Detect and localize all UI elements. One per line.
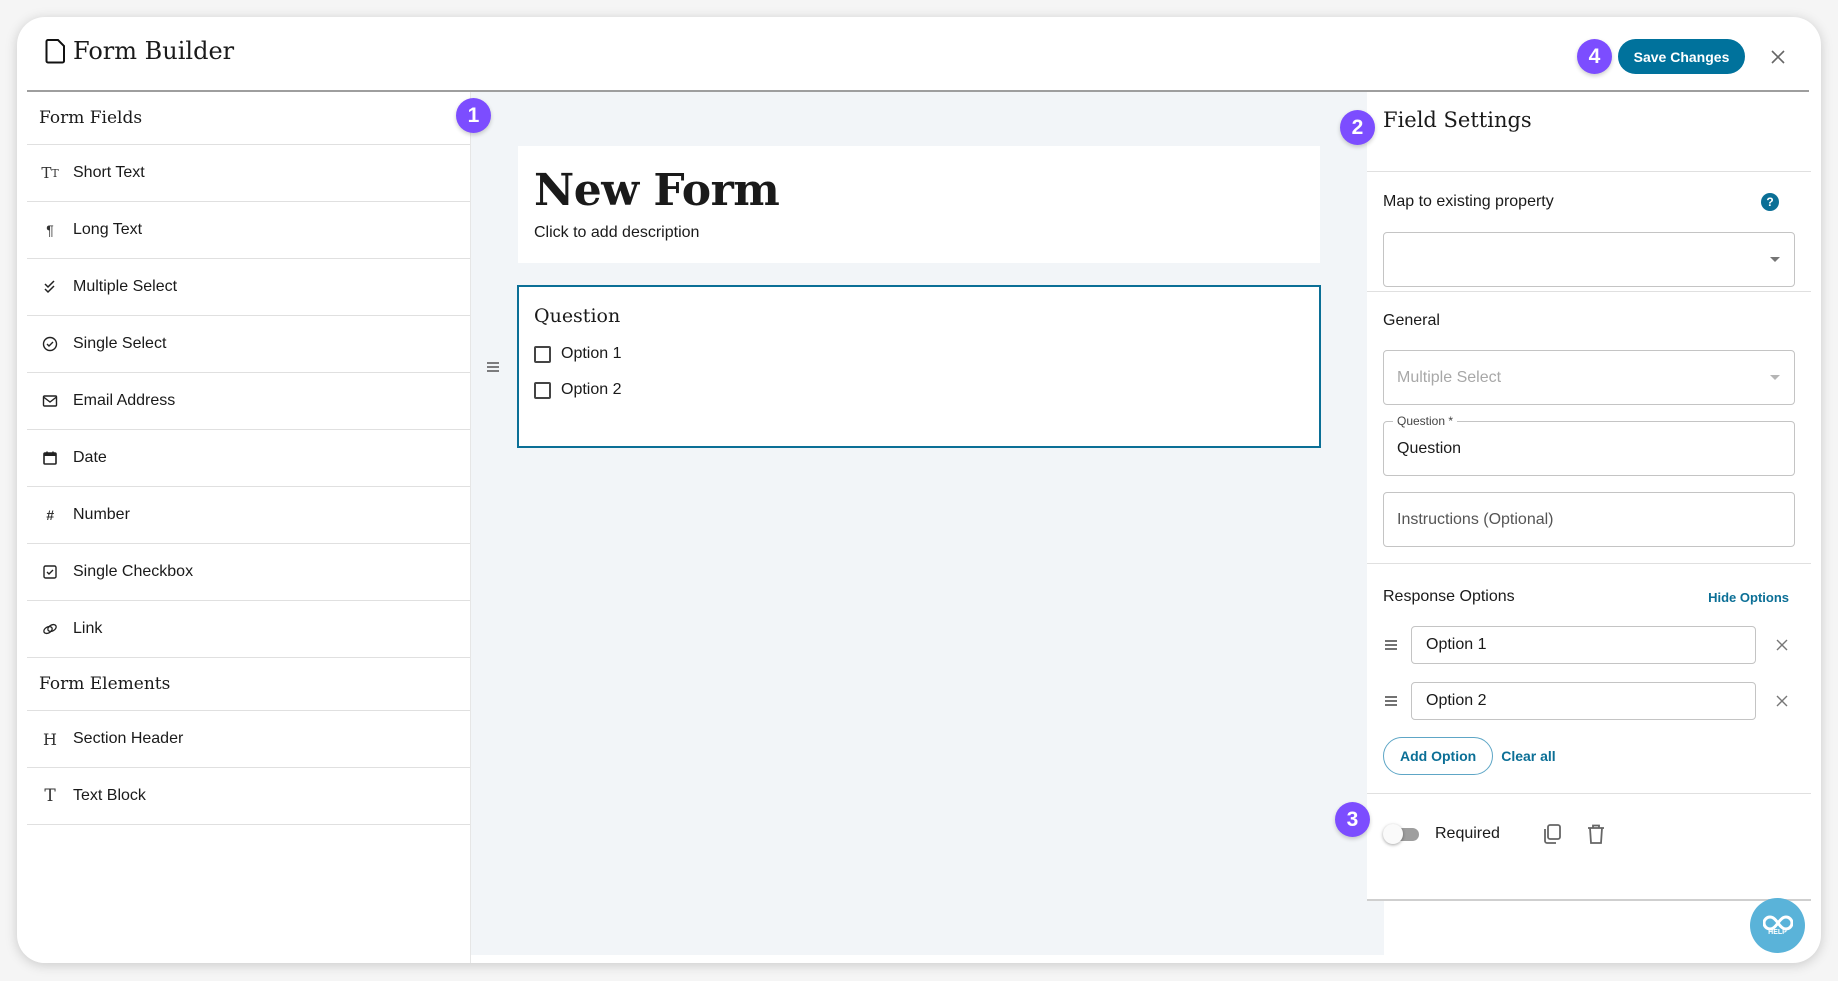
field-settings-panel: Field Settings Map to existing property … [1367, 92, 1811, 901]
sidebar-item-section-header[interactable]: H Section Header [27, 711, 470, 768]
step-badge-4: 4 [1577, 39, 1612, 74]
sidebar-item-email-address[interactable]: Email Address [27, 373, 470, 430]
envelope-icon [41, 392, 59, 410]
paragraph-icon: ¶ [46, 222, 54, 238]
response-option-row: Option 1 [1383, 626, 1795, 664]
sidebar-item-label: Text Block [73, 787, 146, 804]
response-option-row: Option 2 [1383, 682, 1795, 720]
help-question-icon[interactable]: ? [1761, 193, 1779, 211]
help-button[interactable]: HELP [1750, 898, 1805, 953]
checkbox[interactable] [534, 381, 551, 399]
question-option: Option 1 [534, 345, 1304, 363]
sidebar-item-label: Single Select [73, 335, 167, 352]
instructions-placeholder: Instructions (Optional) [1397, 510, 1554, 528]
form-elements-heading: Form Elements [27, 658, 470, 711]
checkbox-icon [41, 563, 59, 581]
sidebar-item-label: Single Checkbox [73, 563, 194, 580]
form-header-block[interactable]: New Form Click to add description [518, 146, 1320, 263]
step-badge-2: 2 [1340, 110, 1375, 145]
sidebar-item-short-text[interactable]: TT Short Text [27, 145, 470, 202]
question-card-selected[interactable]: Question Option 1 Option 2 [517, 285, 1321, 448]
field-type-select[interactable]: Multiple Select [1383, 350, 1795, 405]
close-icon [1771, 50, 1785, 64]
sidebar-item-label: Date [73, 449, 107, 466]
form-canvas: New Form Click to add description Questi… [471, 92, 1384, 955]
double-check-icon [41, 278, 59, 296]
sidebar-item-single-checkbox[interactable]: Single Checkbox [27, 544, 470, 601]
sidebar-item-label: Section Header [73, 730, 184, 747]
sidebar-item-number[interactable]: # Number [27, 487, 470, 544]
trash-icon[interactable] [1584, 822, 1608, 846]
clear-all-link[interactable]: Clear all [1501, 748, 1555, 764]
sidebar-item-label: Number [73, 506, 130, 523]
sidebar-item-label: Long Text [73, 221, 143, 238]
option-label: Option 1 [561, 345, 622, 362]
step-badge-3: 3 [1335, 802, 1370, 837]
option-label: Option 2 [561, 381, 622, 398]
dialog-header: Form Builder 4 Save Changes [17, 17, 1821, 92]
form-builder-dialog: Form Builder 4 Save Changes Form Fields … [17, 17, 1821, 963]
sidebar-item-text-block[interactable]: T Text Block [27, 768, 470, 825]
close-button[interactable] [1765, 44, 1791, 70]
field-settings-title: Field Settings [1367, 92, 1811, 172]
required-toggle[interactable] [1383, 824, 1421, 844]
form-fields-sidebar: Form Fields TT Short Text ¶ Long Text Mu… [27, 92, 471, 963]
field-type-value: Multiple Select [1397, 368, 1502, 386]
form-title[interactable]: New Form [534, 164, 1304, 218]
response-options-section: Response Options Hide Options Option 1 O… [1367, 564, 1811, 794]
option-input[interactable]: Option 2 [1411, 682, 1756, 720]
question-input[interactable]: Question * Question [1383, 414, 1795, 476]
drag-handle-icon[interactable] [485, 360, 501, 374]
sidebar-item-label: Multiple Select [73, 278, 178, 295]
toggle-thumb [1383, 824, 1403, 844]
general-section: General Multiple Select Question * Quest… [1367, 292, 1811, 564]
map-property-label: Map to existing property [1383, 193, 1554, 210]
sidebar-item-single-select[interactable]: Single Select [27, 316, 470, 373]
response-options-label: Response Options [1383, 588, 1515, 605]
drag-handle-icon[interactable] [1383, 695, 1399, 707]
dialog-title: Form Builder [45, 37, 234, 65]
dialog-title-text: Form Builder [73, 37, 235, 65]
add-option-button[interactable]: Add Option [1383, 737, 1494, 775]
required-label: Required [1435, 825, 1500, 842]
question-input-value: Question [1397, 439, 1462, 457]
remove-option-icon[interactable] [1774, 637, 1790, 653]
sidebar-item-long-text[interactable]: ¶ Long Text [27, 202, 470, 259]
dropdown-arrow-icon [1770, 375, 1780, 380]
check-circle-icon [41, 335, 59, 353]
dropdown-arrow-icon [1770, 257, 1780, 262]
sidebar-item-label: Short Text [73, 164, 145, 181]
text-icon: T [44, 786, 56, 806]
duplicate-icon[interactable] [1540, 822, 1564, 846]
document-icon [45, 39, 65, 64]
form-fields-heading: Form Fields [27, 92, 470, 145]
remove-option-icon[interactable] [1774, 693, 1790, 709]
help-label: HELP [1768, 929, 1787, 936]
calendar-icon [41, 449, 59, 467]
sidebar-item-label: Email Address [73, 392, 176, 409]
link-icon [41, 620, 59, 638]
sidebar-item-label: Link [73, 620, 103, 637]
question-input-label: Question * [1393, 414, 1458, 428]
checkbox[interactable] [534, 345, 551, 363]
sidebar-item-date[interactable]: Date [27, 430, 470, 487]
save-changes-button[interactable]: Save Changes [1618, 39, 1745, 74]
general-label: General [1383, 312, 1440, 329]
question-option: Option 2 [534, 381, 1304, 399]
field-actions-row: Required [1367, 794, 1811, 874]
text-size-icon: TT [41, 164, 59, 182]
hide-options-link[interactable]: Hide Options [1708, 590, 1789, 605]
sidebar-item-link[interactable]: Link [27, 601, 470, 658]
question-title: Question [534, 305, 621, 327]
drag-handle-icon[interactable] [1383, 639, 1399, 651]
option-input[interactable]: Option 1 [1411, 626, 1756, 664]
step-badge-1: 1 [456, 98, 491, 133]
instructions-input[interactable]: Instructions (Optional) [1383, 492, 1795, 547]
sidebar-item-multiple-select[interactable]: Multiple Select [27, 259, 470, 316]
hash-icon: # [46, 507, 54, 523]
form-description[interactable]: Click to add description [534, 224, 1304, 242]
map-property-section: Map to existing property ? [1367, 172, 1811, 292]
heading-icon: H [43, 729, 57, 749]
map-property-select[interactable] [1383, 232, 1795, 287]
